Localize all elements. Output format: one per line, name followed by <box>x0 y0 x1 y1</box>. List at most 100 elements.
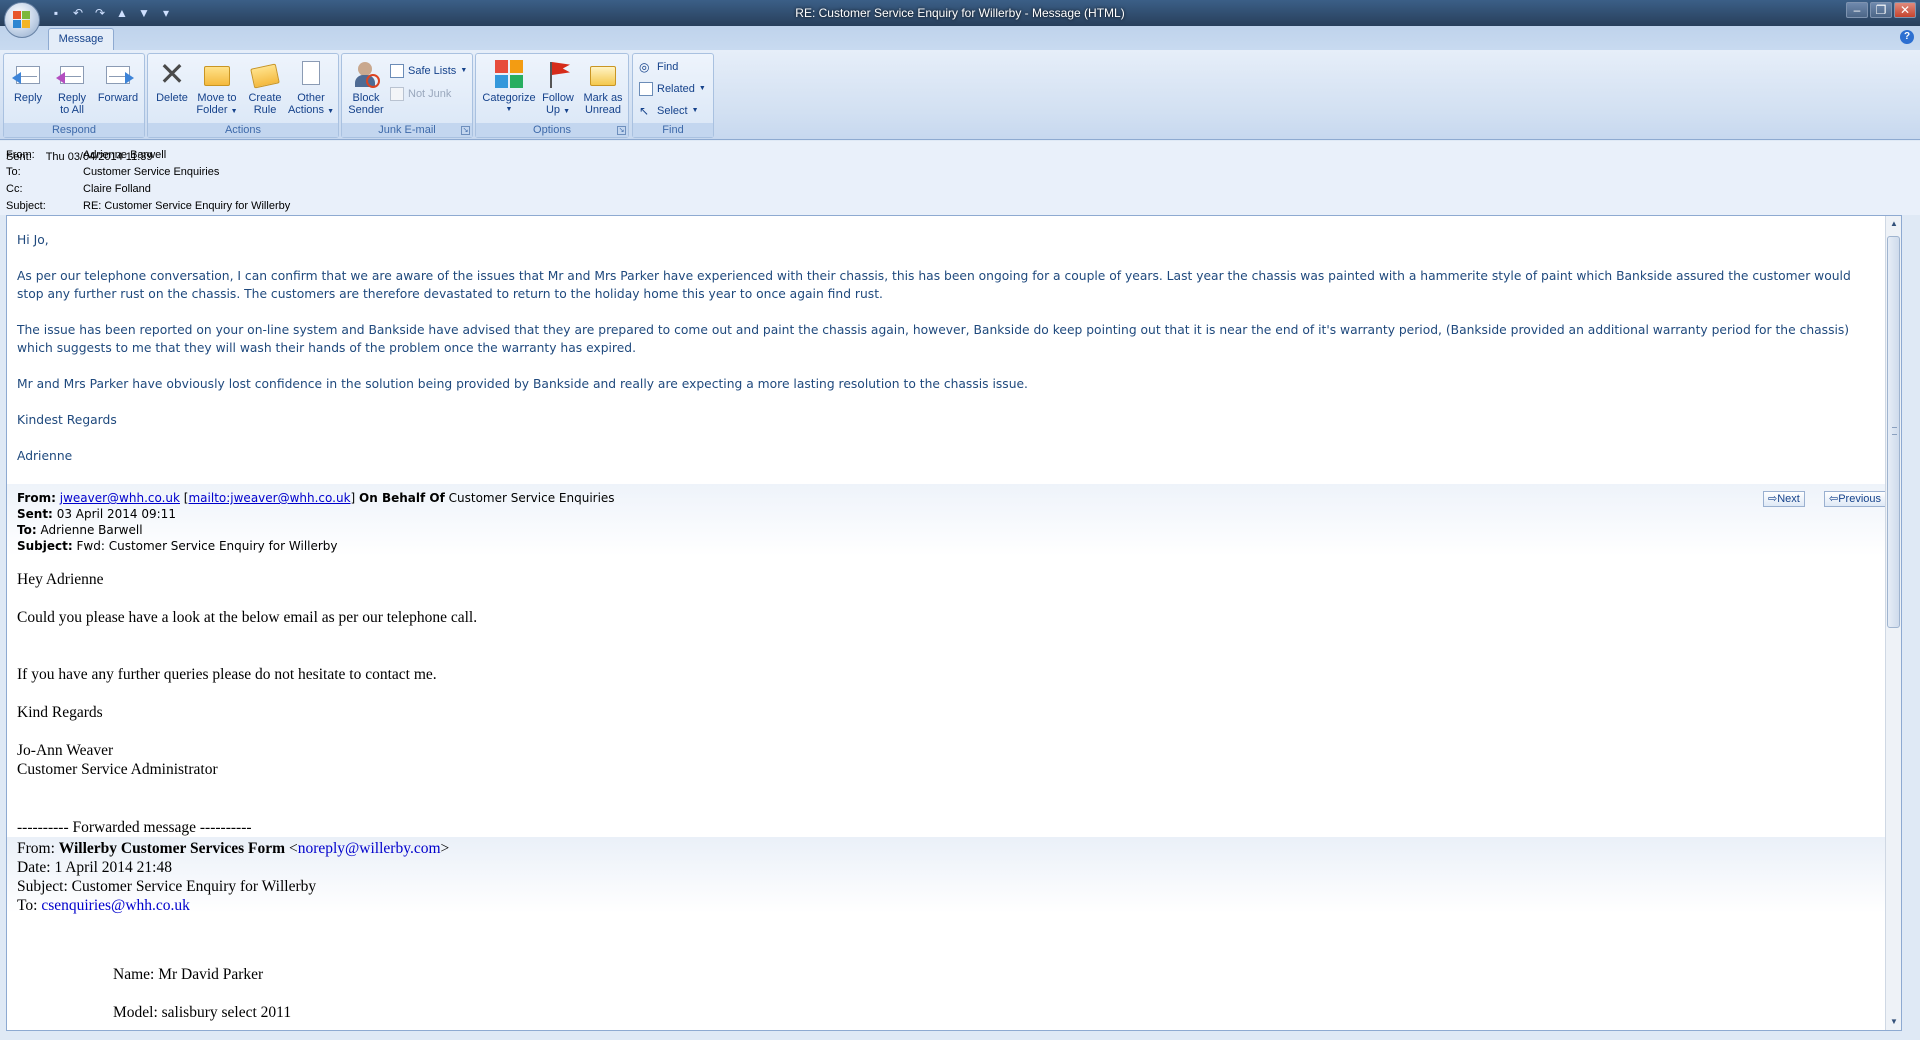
related-icon <box>639 82 653 96</box>
fwd-paragraph-1: Could you please have a look at the belo… <box>17 609 478 626</box>
help-icon[interactable]: ? <box>1900 30 1914 44</box>
maximize-button[interactable]: ❐ <box>1870 2 1892 18</box>
block-sender-button[interactable]: Block Sender <box>346 56 386 122</box>
group-junk-email: Block Sender Safe Lists ▼ Not Junk Junk E… <box>341 53 473 138</box>
window-controls: ‒ ❐ ✕ <box>1846 2 1916 18</box>
form-fields: Name: Mr David Parker Model: salisbury s… <box>113 965 292 1030</box>
forwarded-body: Hey Adrienne Could you please have a loo… <box>17 570 1877 779</box>
orig-to-email-link[interactable]: csenquiries@whh.co.uk <box>41 897 190 914</box>
group-label-actions: Actions <box>148 123 338 137</box>
ribbon-tab-row: Message ? <box>0 26 1920 50</box>
group-label-junk-email: Junk E-mail <box>342 123 472 137</box>
forwarded-header: From: jweaver@whh.co.uk [mailto:jweaver@… <box>7 484 1887 556</box>
reply-signature: Adrienne <box>17 449 73 463</box>
to-value[interactable]: Customer Service Enquiries <box>83 166 219 178</box>
reply-greeting: Hi Jo, <box>17 233 49 247</box>
find-button[interactable]: ◎ Find <box>639 58 678 76</box>
header-to: To: Customer Service Enquiries <box>6 166 220 178</box>
group-options: Categorize ▼ Follow Up ▼ Mark as Unread … <box>475 53 629 138</box>
form-model-field: Model: salisbury select 2011 <box>113 1004 292 1021</box>
close-button[interactable]: ✕ <box>1894 2 1916 18</box>
fwd-role: Customer Service Administrator <box>17 761 218 778</box>
reply-closing: Kindest Regards <box>17 413 117 427</box>
tab-message[interactable]: Message <box>48 28 114 50</box>
window-title: RE: Customer Service Enquiry for Willerb… <box>795 6 1125 20</box>
scroll-thumb[interactable] <box>1887 236 1900 628</box>
orig-to-line: To: csenquiries@whh.co.uk <box>17 897 190 914</box>
select-button[interactable]: ↖ Select ▼ <box>639 102 699 120</box>
fwd-closing: Kind Regards <box>17 704 103 721</box>
forwarded-divider: ---------- Forwarded message ---------- <box>17 819 252 836</box>
safe-lists-icon <box>390 64 404 78</box>
reply-all-icon <box>56 58 88 90</box>
not-junk-icon <box>390 87 404 101</box>
block-sender-icon <box>350 58 382 90</box>
reply-button[interactable]: Reply <box>8 56 48 122</box>
mark-as-unread-button[interactable]: Mark as Unread <box>580 56 626 122</box>
reply-text: Hi Jo, As per our telephone conversation… <box>17 231 1877 483</box>
reply-icon <box>12 58 44 90</box>
other-actions-icon <box>295 58 327 90</box>
forwarded-header-lines: From: jweaver@whh.co.uk [mailto:jweaver@… <box>17 490 615 554</box>
not-junk-button[interactable]: Not Junk <box>390 85 451 103</box>
sent-value: Thu 03/04/2014 11:39 <box>45 151 153 163</box>
mark-as-unread-icon <box>587 58 619 90</box>
next-button[interactable]: ⇨Next <box>1763 491 1805 507</box>
follow-up-button[interactable]: Follow Up ▼ <box>538 56 578 122</box>
vertical-scrollbar[interactable]: ▲ ▼ <box>1885 216 1901 1030</box>
fwd-from-email-link[interactable]: jweaver@whh.co.uk <box>60 491 180 505</box>
group-respond: Reply Reply to All Forward Respond <box>3 53 145 138</box>
office-button[interactable] <box>4 2 40 38</box>
move-to-folder-icon <box>201 58 233 90</box>
orig-date-line: Date: 1 April 2014 21:48 <box>17 859 172 876</box>
scroll-up-icon[interactable]: ▲ <box>1886 216 1901 232</box>
header-subject: Subject: RE: Customer Service Enquiry for… <box>6 200 291 212</box>
move-to-folder-button[interactable]: Move to Folder ▼ <box>192 56 242 122</box>
options-dialog-launcher-icon[interactable]: ↘ <box>617 126 626 135</box>
follow-up-flag-icon <box>542 58 574 90</box>
minimize-button[interactable]: ‒ <box>1846 2 1868 18</box>
title-bar: ▪ ↶ ↷ ▲ ▼ ▾ RE: Customer Service Enquiry… <box>0 0 1920 26</box>
ribbon: Reply Reply to All Forward Respond ✕ Del… <box>0 50 1920 140</box>
group-actions: ✕ Delete Move to Folder ▼ Create Rule Ot… <box>147 53 339 138</box>
previous-button[interactable]: ⇦Previous <box>1824 491 1887 507</box>
group-label-options: Options <box>476 123 628 137</box>
orig-from-email-link[interactable]: noreply@willerby.com <box>298 840 441 857</box>
header-sent: Sent: Thu 03/04/2014 11:39 <box>6 151 153 163</box>
header-cc: Cc: Claire Folland <box>6 183 151 195</box>
fwd-greeting: Hey Adrienne <box>17 571 104 588</box>
fwd-mailto-link[interactable]: mailto:jweaver@whh.co.uk <box>188 491 350 505</box>
scroll-down-icon[interactable]: ▼ <box>1886 1014 1901 1030</box>
fwd-from-line: From: jweaver@whh.co.uk [mailto:jweaver@… <box>17 491 615 505</box>
create-rule-button[interactable]: Create Rule <box>244 56 286 122</box>
message-body[interactable]: Hi Jo, As per our telephone conversation… <box>6 215 1902 1031</box>
delete-icon: ✕ <box>158 55 186 93</box>
office-logo-icon <box>13 11 31 29</box>
fwd-sent-line: Sent: 03 April 2014 09:11 <box>17 507 176 521</box>
fwd-to-line: To: Adrienne Barwell <box>17 523 143 537</box>
reply-all-button[interactable]: Reply to All <box>50 56 94 122</box>
junk-email-dialog-launcher-icon[interactable]: ↘ <box>461 126 470 135</box>
group-find: ◎ Find Related ▼ ↖ Select ▼ Find <box>632 53 714 138</box>
reply-paragraph-1: As per our telephone conversation, I can… <box>17 269 1851 301</box>
related-button[interactable]: Related ▼ <box>639 80 706 98</box>
safe-lists-button[interactable]: Safe Lists ▼ <box>390 62 467 80</box>
binoculars-icon: ◎ <box>639 60 650 74</box>
reply-paragraph-3: Mr and Mrs Parker have obviously lost co… <box>17 377 1028 391</box>
forward-button[interactable]: Forward <box>94 56 142 122</box>
forward-icon <box>102 58 134 90</box>
delete-button[interactable]: ✕ Delete <box>152 56 192 122</box>
message-header: From: Adrienne Barwell To: Customer Servic… <box>0 141 1920 215</box>
subject-value: RE: Customer Service Enquiry for Willerb… <box>83 200 291 212</box>
original-header-lines: From: Willerby Customer Services Form <n… <box>17 839 449 915</box>
orig-subject-line: Subject: Customer Service Enquiry for Wi… <box>17 878 317 895</box>
categorize-button[interactable]: Categorize ▼ <box>480 56 538 122</box>
other-actions-button[interactable]: Other Actions ▼ <box>286 56 336 122</box>
cc-value[interactable]: Claire Folland <box>83 183 151 195</box>
fwd-paragraph-2: If you have any further queries please d… <box>17 666 437 683</box>
fwd-subject-line: Subject: Fwd: Customer Service Enquiry f… <box>17 539 338 553</box>
orig-from-line: From: Willerby Customer Services Form <n… <box>17 840 450 857</box>
create-rule-icon <box>249 58 281 90</box>
categorize-icon <box>493 58 525 90</box>
original-header: From: Willerby Customer Services Form <n… <box>7 837 1887 915</box>
